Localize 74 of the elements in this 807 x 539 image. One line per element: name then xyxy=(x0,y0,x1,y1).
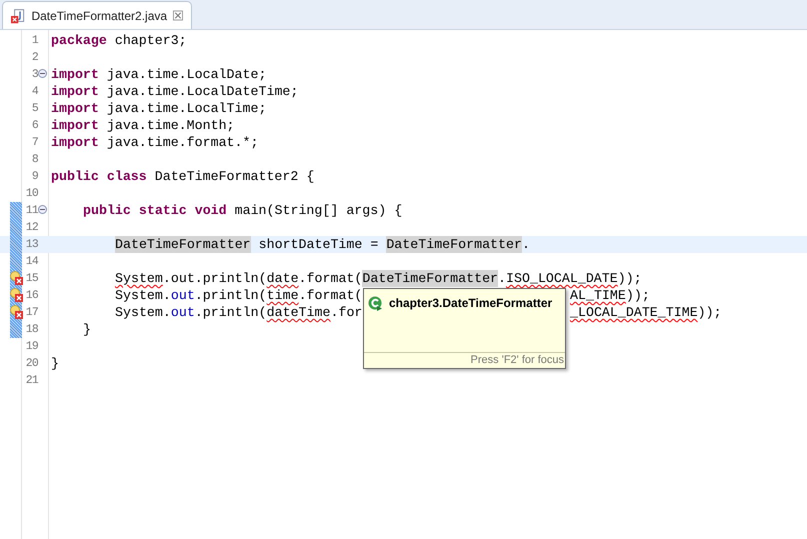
code-text: .for xyxy=(330,304,362,321)
code-keyword: import xyxy=(51,117,99,134)
line-number: 14 xyxy=(24,254,38,270)
line-number: 21 xyxy=(24,373,38,389)
code-error: dateTime xyxy=(266,304,330,321)
java-file-error-icon xyxy=(11,8,26,24)
code-text: )); xyxy=(626,287,650,304)
code-error: date xyxy=(266,270,299,287)
line-number: 13 xyxy=(24,237,38,253)
line-number: 19 xyxy=(24,339,38,355)
code-text: )); xyxy=(698,304,722,321)
code-text: )); xyxy=(618,270,642,287)
line-number: 17 xyxy=(24,305,38,321)
code-keyword: import xyxy=(51,83,99,100)
code-keyword: public static void xyxy=(83,202,227,219)
fold-icon[interactable] xyxy=(38,205,47,214)
code-text: System. xyxy=(115,304,171,321)
line-number: 20 xyxy=(24,356,38,372)
editor-tab[interactable]: DateTimeFormatter2.java xyxy=(2,1,192,29)
line-number: 4 xyxy=(30,84,38,100)
code-text: shortDateTime = xyxy=(258,236,380,253)
code-text: .println( xyxy=(194,287,267,304)
code-text: DateTimeFormatter2 { xyxy=(154,168,314,185)
code-text: .out.println( xyxy=(162,270,267,287)
code-text: . xyxy=(522,236,530,253)
code-occurrence: DateTimeFormatter xyxy=(362,270,498,287)
popup-footer: Press 'F2' for focus xyxy=(470,352,564,369)
code-keyword: public class xyxy=(51,168,147,185)
code-error: _LOCAL_DATE_TIME xyxy=(570,304,698,321)
line-number: 5 xyxy=(30,101,38,117)
code-text: main(String[] args) { xyxy=(234,202,402,219)
line-number: 7 xyxy=(30,135,38,151)
line-number: 11 xyxy=(24,203,38,219)
code-field: out xyxy=(170,304,195,321)
line-number: 8 xyxy=(30,152,38,168)
popup-title: chapter3.DateTimeFormatter xyxy=(389,295,552,312)
code-keyword: package xyxy=(51,32,107,49)
code-keyword: import xyxy=(51,100,99,117)
line-number: 18 xyxy=(24,322,38,338)
code-text: . xyxy=(498,270,506,287)
line-number: 16 xyxy=(24,288,38,304)
line-number: 1 xyxy=(30,33,38,49)
line-number: 12 xyxy=(24,220,38,236)
code-error: System xyxy=(115,270,163,287)
fold-icon[interactable] xyxy=(38,69,47,78)
code-text: java.time.Month; xyxy=(106,117,235,134)
line-number: 15 xyxy=(24,271,38,287)
code-text: java.time.LocalTime; xyxy=(106,100,266,117)
code-text: java.time.LocalDateTime; xyxy=(106,83,298,100)
code-error: time xyxy=(266,287,299,304)
code-error: ISO_LOCAL_DATE xyxy=(506,270,618,287)
code-field: out xyxy=(170,287,195,304)
code-text: .println( xyxy=(194,304,267,321)
code-text: .format( xyxy=(298,287,362,304)
line-number: 6 xyxy=(30,118,38,134)
line-number: 2 xyxy=(30,50,38,66)
code-occurrence: DateTimeFormatter xyxy=(115,236,251,253)
code-keyword: import xyxy=(51,134,99,151)
code-text: java.time.LocalDate; xyxy=(106,66,266,83)
code-error: AL_TIME xyxy=(570,287,626,304)
close-icon[interactable] xyxy=(173,10,183,21)
code-text: } xyxy=(51,355,59,372)
line-number: 3 xyxy=(30,67,38,83)
class-icon xyxy=(368,296,383,310)
code-text: .format( xyxy=(298,270,362,287)
code-text: System. xyxy=(115,287,171,304)
code-keyword: import xyxy=(51,66,99,83)
code-text: chapter3; xyxy=(114,32,187,49)
code-occurrence: DateTimeFormatter xyxy=(386,236,522,253)
tab-title: DateTimeFormatter2.java xyxy=(31,8,168,24)
line-number: 10 xyxy=(24,186,38,202)
code-text: } xyxy=(83,321,91,338)
code-text: java.time.format.*; xyxy=(106,134,258,151)
line-number: 9 xyxy=(30,169,38,185)
